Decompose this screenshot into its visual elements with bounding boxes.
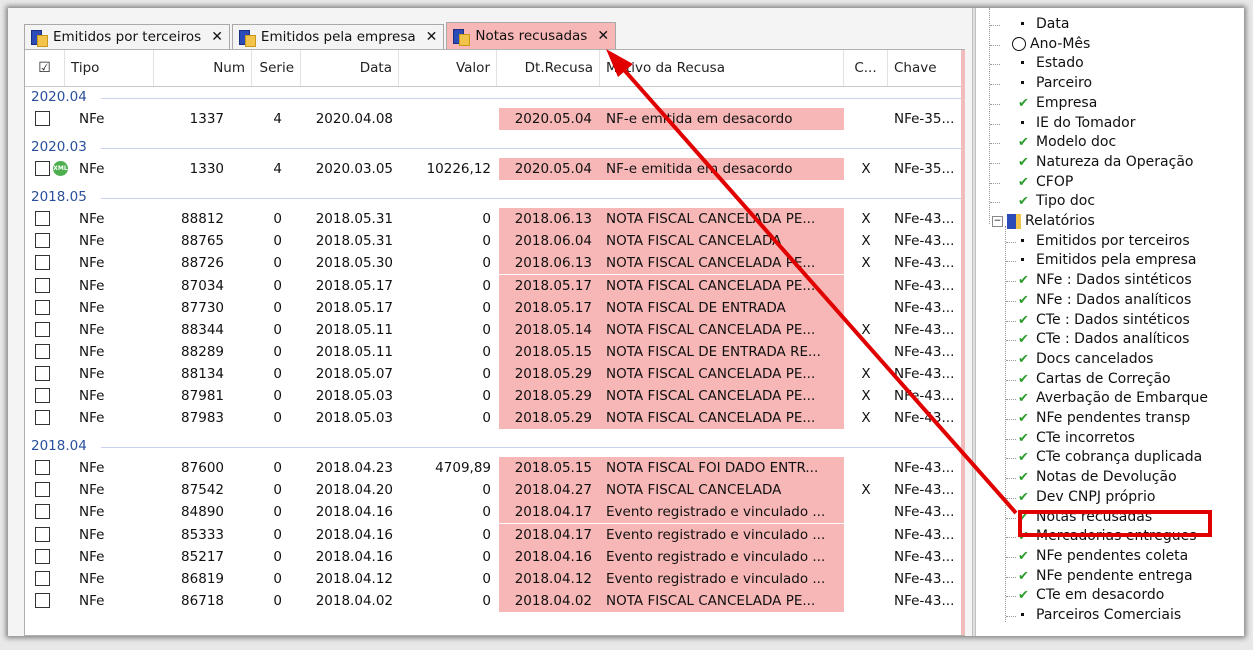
annotation-arrow — [606, 49, 1018, 515]
app-window: Emitidos por terceiros ✕ Emitidos pela emp… — [8, 8, 1244, 636]
